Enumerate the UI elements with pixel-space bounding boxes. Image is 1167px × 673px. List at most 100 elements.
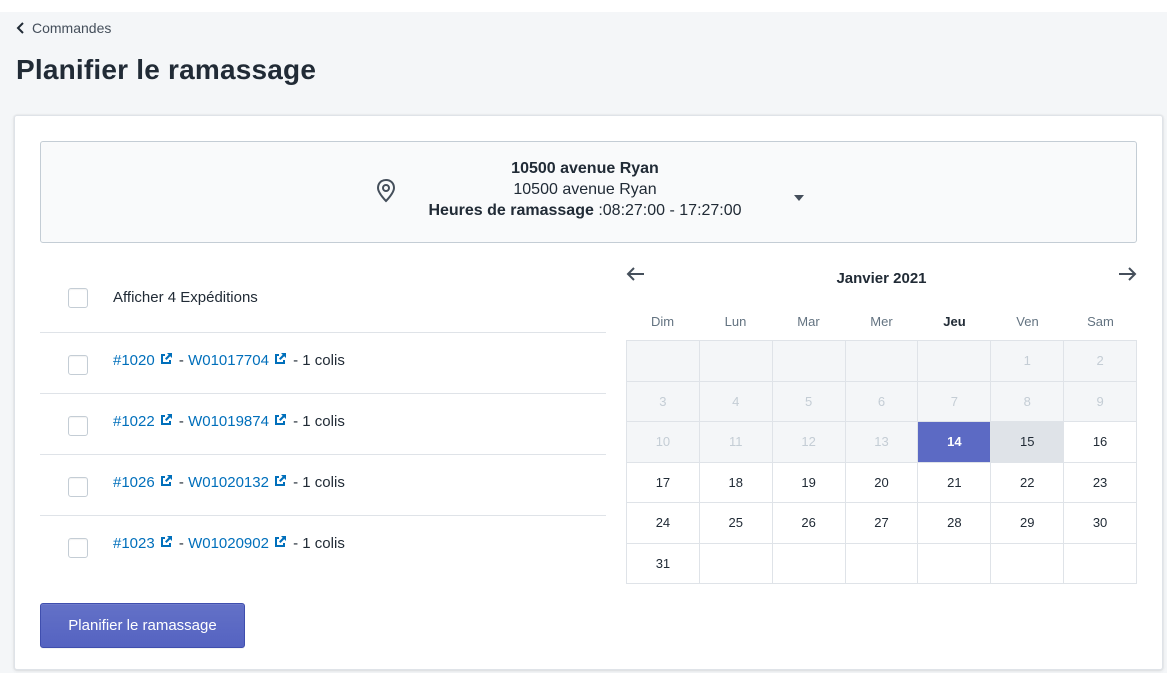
location-address: 10500 avenue Ryan [513,181,657,198]
weekday-label: Lun [724,314,747,329]
caret-down-icon [793,189,805,207]
calendar-day: 5 [772,381,846,422]
separator: - [174,535,189,552]
weekday-label: Mar [797,314,820,329]
shipment-checkbox[interactable] [68,416,88,436]
calendar-month-label: Janvier 2021 [836,270,927,287]
shipment-checkbox[interactable] [68,538,88,558]
pickup-location-details: 10500 avenue Ryan 10500 avenue Ryan Heur… [425,158,745,221]
tracking-link[interactable]: W01020132 [188,474,269,491]
select-all-label: Afficher 4 Expéditions [113,289,258,306]
calendar-day[interactable]: 14 [918,422,992,463]
weekday-label: Mer [870,314,893,329]
pickup-hours-label: Heures de ramassage [428,202,594,219]
separator: - [174,474,189,491]
calendar-day[interactable]: 25 [699,503,773,544]
chevron-left-icon [16,22,26,34]
order-link[interactable]: #1026 [113,474,155,491]
calendar-day: 11 [699,422,773,463]
select-all-checkbox[interactable] [68,288,88,308]
external-link-icon[interactable] [274,352,287,369]
calendar-empty-cell [699,543,773,584]
package-count: - 1 colis [288,413,345,430]
calendar-day: 2 [1064,341,1137,382]
location-name: 10500 avenue Ryan [511,160,659,177]
external-link-icon[interactable] [160,352,173,369]
calendar-day-grid: 1 2 3 4 5 6 7 8 9 10 11 12 13 14 15 16 17 18 19 20 21 22 23 24 2… [626,340,1137,584]
calendar-day[interactable]: 24 [627,503,700,544]
calendar-day[interactable]: 17 [627,462,700,503]
tracking-link[interactable]: W01017704 [188,352,269,369]
calendar-day: 13 [845,422,919,463]
external-link-icon[interactable] [274,535,287,552]
package-count: - 1 colis [288,535,345,552]
breadcrumb-label: Commandes [32,20,112,36]
external-link-icon[interactable] [160,535,173,552]
calendar-day[interactable]: 22 [991,462,1065,503]
weekday-label: Sam [1087,314,1114,329]
calendar-day[interactable]: 27 [845,503,919,544]
calendar-day: 10 [627,422,700,463]
calendar-day[interactable]: 21 [918,462,992,503]
list-item: #1022 - W01019874 - 1 colis [40,394,606,455]
breadcrumb-back-link[interactable]: Commandes [16,20,111,36]
arrow-right-icon[interactable] [1117,266,1137,287]
pickup-hours-value: :08:27:00 - 17:27:00 [593,202,742,219]
calendar-header: Janvier 2021 [626,260,1137,304]
schedule-pickup-button[interactable]: Planifier le ramassage [40,603,245,648]
order-link[interactable]: #1023 [113,535,155,552]
weekday-label: Ven [1016,314,1039,329]
calendar-weekday-row: Dim Lun Mar Mer Jeu Ven Sam [626,304,1137,340]
list-item: #1023 - W01020902 - 1 colis [40,516,606,578]
calendar-day[interactable]: 29 [991,503,1065,544]
package-count: - 1 colis [288,352,345,369]
tracking-link[interactable]: W01020902 [188,535,269,552]
shipment-text: #1020 - W01017704 - 1 colis [113,352,345,369]
calendar-day: 4 [699,381,773,422]
calendar-empty-cell [845,543,919,584]
order-link[interactable]: #1022 [113,413,155,430]
calendar-empty-cell [918,543,992,584]
calendar-day[interactable]: 15 [991,422,1065,463]
calendar-day: 1 [991,341,1065,382]
calendar-day[interactable]: 16 [1064,422,1137,463]
calendar-day[interactable]: 20 [845,462,919,503]
calendar-day[interactable]: 18 [699,462,773,503]
date-picker: Janvier 2021 Dim Lun Mar Mer Jeu Ven Sam 12345… [626,260,1137,584]
calendar-empty-cell [772,341,846,382]
calendar-day[interactable]: 26 [772,503,846,544]
calendar-day[interactable]: 31 [627,543,700,584]
calendar-day[interactable]: 19 [772,462,846,503]
list-item-select-all: Afficher 4 Expéditions [40,262,606,333]
separator: - [174,413,189,430]
pickup-location-selector[interactable]: 10500 avenue Ryan 10500 avenue Ryan Heur… [40,141,1137,243]
calendar-empty-cell [772,543,846,584]
list-item: #1020 - W01017704 - 1 colis [40,333,606,394]
calendar-empty-cell [845,341,919,382]
package-count: - 1 colis [288,474,345,491]
external-link-icon[interactable] [274,474,287,491]
external-link-icon[interactable] [160,474,173,491]
shipment-list: Afficher 4 Expéditions #1020 - W01017704… [40,262,606,578]
calendar-day: 8 [991,381,1065,422]
page-title: Planifier le ramassage [16,54,317,85]
calendar-day: 6 [845,381,919,422]
shipment-checkbox[interactable] [68,477,88,497]
calendar-empty-cell [627,341,700,382]
shipment-text: #1023 - W01020902 - 1 colis [113,535,345,552]
calendar-day[interactable]: 28 [918,503,992,544]
external-link-icon[interactable] [160,413,173,430]
calendar-day[interactable]: 23 [1064,462,1137,503]
calendar-day: 7 [918,381,992,422]
shipment-checkbox[interactable] [68,355,88,375]
calendar-day[interactable]: 30 [1064,503,1137,544]
tracking-link[interactable]: W01019874 [188,413,269,430]
calendar-empty-cell [699,341,773,382]
weekday-label: Jeu [943,314,966,329]
calendar-day: 3 [627,381,700,422]
external-link-icon[interactable] [274,413,287,430]
order-link[interactable]: #1020 [113,352,155,369]
shipment-text: #1022 - W01019874 - 1 colis [113,413,345,430]
map-pin-icon [375,178,397,209]
calendar-empty-cell [1064,543,1137,584]
